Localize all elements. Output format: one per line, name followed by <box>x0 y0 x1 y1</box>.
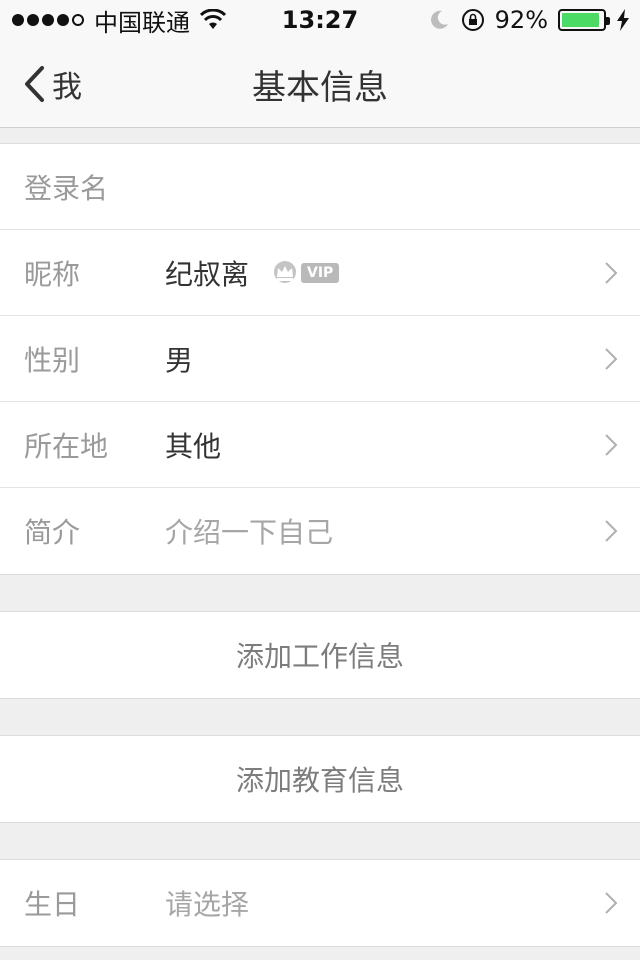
add-work-info-button[interactable]: 添加工作信息 <box>0 612 640 698</box>
location-label: 所在地 <box>24 429 109 463</box>
gender-value: 男 <box>165 343 194 377</box>
carrier-name: 中国联通 <box>94 8 190 37</box>
birthday-row[interactable]: 生日 请选择 <box>0 860 640 946</box>
battery-level-fill <box>562 13 599 27</box>
nickname-value-wrap: 纪叔离 VIP <box>165 253 340 293</box>
nickname-label: 昵称 <box>24 257 81 291</box>
rotation-lock-icon <box>461 9 484 31</box>
bio-row[interactable]: 简介 介绍一下自己 <box>0 488 640 574</box>
vip-badge: VIP <box>271 260 340 286</box>
add-education-info-button[interactable]: 添加教育信息 <box>0 736 640 822</box>
login-name-row[interactable]: 登录名 <box>0 144 640 230</box>
status-bar: 中国联通 13:27 92% <box>0 0 640 40</box>
vip-tag: VIP <box>301 262 340 283</box>
signal-strength-icon <box>12 14 84 26</box>
bio-placeholder: 介绍一下自己 <box>165 516 334 549</box>
location-value: 其他 <box>165 429 222 463</box>
page-title: 基本信息 <box>252 67 388 108</box>
crown-icon <box>274 260 297 283</box>
birthday-group: 生日 请选择 <box>0 859 640 947</box>
status-right: 92% <box>427 0 630 40</box>
birthday-label: 生日 <box>24 888 81 921</box>
battery-percent: 92% <box>494 6 548 34</box>
gender-label: 性别 <box>24 343 81 377</box>
bio-label: 简介 <box>24 516 81 549</box>
chevron-right-icon <box>605 433 618 456</box>
charging-bolt-icon <box>617 9 629 31</box>
login-name-label: 登录名 <box>24 171 109 205</box>
nickname-value: 纪叔离 <box>165 257 250 291</box>
add-education-group: 添加教育信息 <box>0 735 640 823</box>
location-row[interactable]: 所在地 其他 <box>0 402 640 488</box>
chevron-right-icon <box>605 261 618 284</box>
gender-row[interactable]: 性别 男 <box>0 316 640 402</box>
navigation-bar: 我 基本信息 <box>0 40 640 128</box>
chevron-right-icon <box>605 892 618 914</box>
wifi-icon <box>200 9 226 29</box>
birthday-placeholder: 请选择 <box>165 888 250 921</box>
moon-icon <box>430 10 448 29</box>
status-left: 中国联通 <box>0 3 226 38</box>
chevron-right-icon <box>605 347 618 370</box>
nickname-row[interactable]: 昵称 纪叔离 VIP <box>0 230 640 316</box>
battery-icon <box>558 9 610 31</box>
profile-info-group: 登录名 昵称 纪叔离 VIP 性别 男 所在地 其他 简介 介绍一下自己 <box>0 143 640 575</box>
chevron-right-icon <box>605 520 618 542</box>
add-work-group: 添加工作信息 <box>0 611 640 699</box>
